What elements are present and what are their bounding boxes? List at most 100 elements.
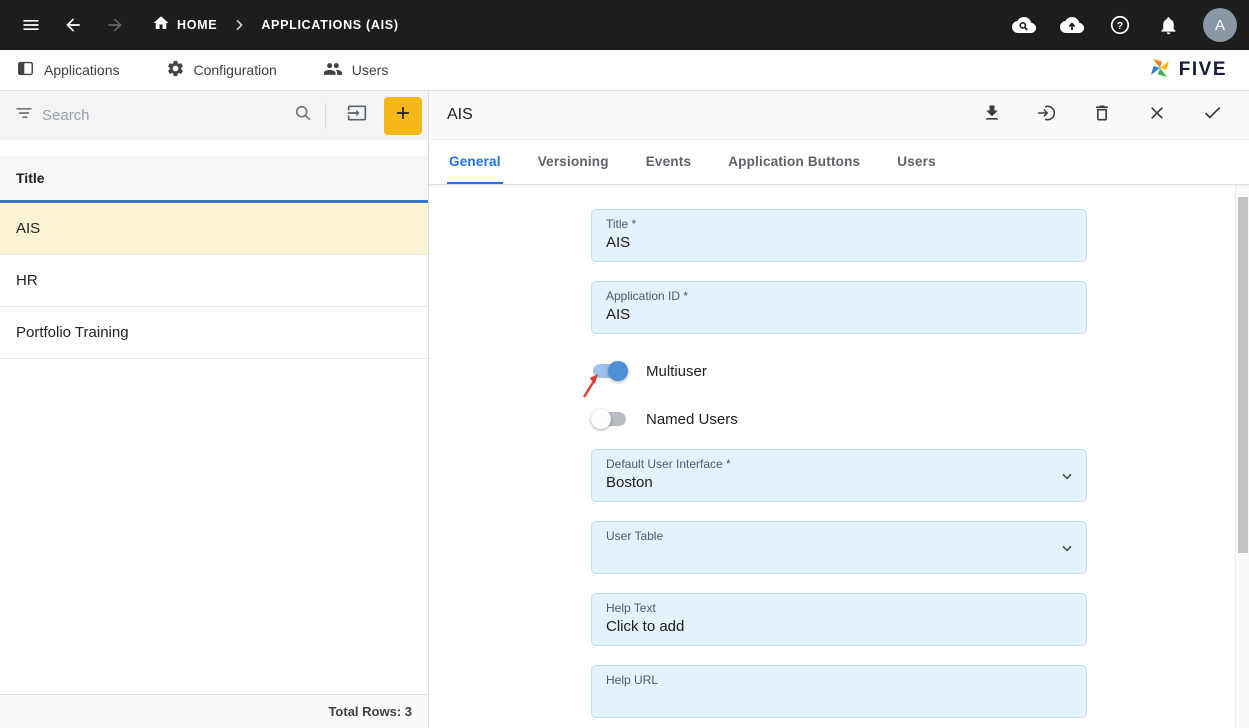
form-column: Title * AIS Application ID * AIS Multius… (591, 209, 1087, 718)
field-value (606, 546, 1072, 565)
configuration-icon (166, 59, 185, 81)
tab-label: Application Buttons (728, 154, 860, 169)
forward-icon (105, 15, 125, 35)
tab-label: Users (897, 154, 936, 169)
nav-item-users[interactable]: Users (323, 59, 389, 82)
toggle-label: Multiuser (646, 363, 707, 380)
brand-name: FIVE (1179, 59, 1227, 81)
main-area: Title AIS HR Portfolio Training Total Ro… (0, 91, 1249, 728)
field-label: Application ID * (606, 289, 1072, 303)
breadcrumb-home[interactable]: HOME (152, 14, 217, 37)
list-item[interactable]: HR (0, 255, 428, 307)
back-button[interactable] (54, 6, 92, 44)
cloud-search-icon (1012, 13, 1036, 37)
field-label: User Table (606, 529, 1072, 543)
help-icon: ? (1109, 14, 1131, 36)
topbar: HOME APPLICATIONS (AIS) (0, 0, 1249, 50)
toggle-label: Named Users (646, 411, 738, 428)
application-id-field[interactable]: Application ID * AIS (591, 281, 1087, 334)
help-text-field[interactable]: Help Text Click to add (591, 593, 1087, 646)
list-footer: Total Rows: 3 (0, 694, 428, 728)
search-icon[interactable] (293, 103, 313, 128)
search-toolbar (0, 91, 428, 140)
detail-header: AIS (429, 91, 1249, 140)
close-icon (1147, 103, 1167, 128)
field-value: AIS (606, 234, 1072, 253)
list-spacer (0, 140, 428, 156)
tab-events[interactable]: Events (644, 140, 693, 184)
cloud-search-button[interactable] (1005, 6, 1043, 44)
delete-button[interactable] (1087, 100, 1117, 130)
named-users-toggle[interactable] (591, 409, 628, 429)
list-item[interactable]: AIS (0, 203, 428, 255)
help-button[interactable]: ? (1101, 6, 1139, 44)
default-user-interface-select[interactable]: Default User Interface * Boston (591, 449, 1087, 502)
toolbar-divider (325, 103, 326, 129)
svg-text:?: ? (1117, 20, 1123, 32)
add-record-button[interactable] (384, 97, 422, 135)
notifications-icon (1158, 15, 1179, 36)
cloud-deploy-button[interactable] (1053, 6, 1091, 44)
brand-logo: FIVE (1148, 56, 1233, 85)
avatar[interactable]: A (1203, 8, 1237, 42)
list-item[interactable]: Portfolio Training (0, 307, 428, 359)
back-icon (63, 15, 83, 35)
multiuser-toggle[interactable] (591, 361, 628, 381)
import-icon (347, 103, 367, 128)
applications-icon (16, 59, 35, 81)
field-label: Title * (606, 217, 1072, 231)
brand-pinwheel-icon (1148, 56, 1172, 85)
filter-icon[interactable] (14, 103, 34, 128)
list-column-header[interactable]: Title (0, 156, 428, 203)
go-to-button[interactable] (1032, 100, 1062, 130)
nav-item-configuration[interactable]: Configuration (166, 59, 277, 81)
nav-item-label: Applications (44, 62, 120, 78)
tab-label: Versioning (538, 154, 609, 169)
detail-panel: AIS (429, 91, 1249, 728)
multiuser-toggle-row: Multiuser (591, 353, 1087, 389)
add-icon (393, 103, 413, 128)
nav-item-label: Users (352, 62, 389, 78)
field-value: Click to add (606, 618, 1072, 637)
scrollbar-thumb[interactable] (1238, 197, 1248, 553)
record-title: AIS (447, 106, 473, 124)
column-header-label: Title (16, 170, 45, 186)
toggle-thumb (608, 361, 628, 381)
list-item-label: AIS (16, 220, 40, 237)
tab-users[interactable]: Users (895, 140, 938, 184)
home-icon (152, 14, 170, 37)
breadcrumb-home-label: HOME (177, 18, 217, 32)
menu-button[interactable] (12, 6, 50, 44)
chevron-down-icon (1060, 469, 1074, 483)
download-button[interactable] (977, 100, 1007, 130)
nav-item-applications[interactable]: Applications (16, 59, 120, 81)
tab-application-buttons[interactable]: Application Buttons (726, 140, 862, 184)
help-url-field[interactable]: Help URL (591, 665, 1087, 718)
close-button[interactable] (1142, 100, 1172, 130)
forward-button[interactable] (96, 6, 134, 44)
title-field[interactable]: Title * AIS (591, 209, 1087, 262)
toggle-thumb (591, 409, 611, 429)
list-panel: Title AIS HR Portfolio Training Total Ro… (0, 91, 429, 728)
chevron-down-icon (1060, 541, 1074, 555)
nav-item-label: Configuration (194, 62, 277, 78)
save-icon (1202, 102, 1223, 128)
tab-label: Events (646, 154, 691, 169)
tab-general[interactable]: General (447, 140, 503, 184)
detail-body: Title * AIS Application ID * AIS Multius… (429, 185, 1249, 728)
import-button[interactable] (338, 97, 376, 135)
field-value (606, 690, 1072, 709)
tab-label: General (449, 154, 501, 169)
detail-tabs: General Versioning Events Application Bu… (429, 140, 1249, 185)
tab-versioning[interactable]: Versioning (536, 140, 611, 184)
field-label: Help URL (606, 673, 1072, 687)
users-icon (323, 59, 343, 82)
field-value: AIS (606, 306, 1072, 325)
breadcrumb-chevron-icon (231, 17, 247, 33)
breadcrumb-current[interactable]: APPLICATIONS (AIS) (261, 18, 398, 32)
user-table-select[interactable]: User Table (591, 521, 1087, 574)
save-button[interactable] (1197, 100, 1227, 130)
search-input[interactable] (42, 107, 285, 124)
cloud-deploy-icon (1060, 13, 1084, 37)
notifications-button[interactable] (1149, 6, 1187, 44)
